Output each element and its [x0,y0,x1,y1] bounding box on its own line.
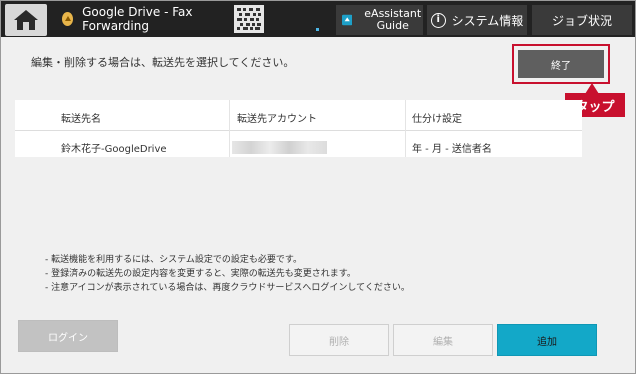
note-item: - 転送機能を利用するには、システム設定での設定も必要です。 [45,255,302,265]
row-name[interactable]: 鈴木花子-GoogleDrive [61,140,167,155]
add-button[interactable]: 追加 [497,324,597,356]
google-drive-icon [62,12,74,26]
notes-list: - 転送機能を利用するには、システム設定での設定も必要です。 - 登録済みの転送… [45,253,410,295]
note-item: - 注意アイコンが表示されている場合は、再度クラウドサービスへログインしてくださ… [45,283,410,293]
redacted-account [232,141,327,154]
row-sort-setting[interactable]: 年 - 月 - 送信者名 [412,140,492,155]
system-info-button[interactable]: i システム情報 [427,5,527,35]
edit-button[interactable]: 編集 [393,324,493,356]
column-header-account: 転送先アカウント [237,114,317,125]
delete-button[interactable]: 削除 [289,324,389,356]
job-status-button[interactable]: ジョブ状況 [532,5,632,35]
system-info-label: システム情報 [451,13,524,28]
note-item: - 登録済みの転送先の設定内容を変更すると、実際の転送先も変更されます。 [45,269,356,279]
login-button[interactable]: ログイン [18,320,118,352]
column-header-name: 転送先名 [61,114,101,125]
qr-code-button[interactable] [234,5,264,33]
job-status-label: ジョブ状況 [551,13,612,28]
end-button-highlight: 終了 [512,44,610,84]
instruction-text: 編集・削除する場合は、転送先を選択してください。 [31,56,295,69]
info-icon: i [430,12,446,28]
top-bar: Google Drive - Fax Forwarding eAssistant… [1,1,635,37]
indicator-dot [316,28,319,31]
eassistant-label: eAssistant Guide [364,7,422,32]
app-title: Google Drive - Fax Forwarding [82,5,193,33]
app-tab-google-drive[interactable]: Google Drive - Fax Forwarding [54,2,226,36]
home-button[interactable] [5,4,47,36]
eassistant-guide-button[interactable]: eAssistant Guide [336,5,423,35]
eassistant-icon [342,14,353,26]
column-divider [405,100,406,157]
end-button[interactable]: 終了 [518,50,604,78]
column-divider [229,100,230,157]
home-icon [14,10,38,30]
qr-code-icon [237,8,261,30]
column-header-sort: 仕分け設定 [412,114,462,125]
